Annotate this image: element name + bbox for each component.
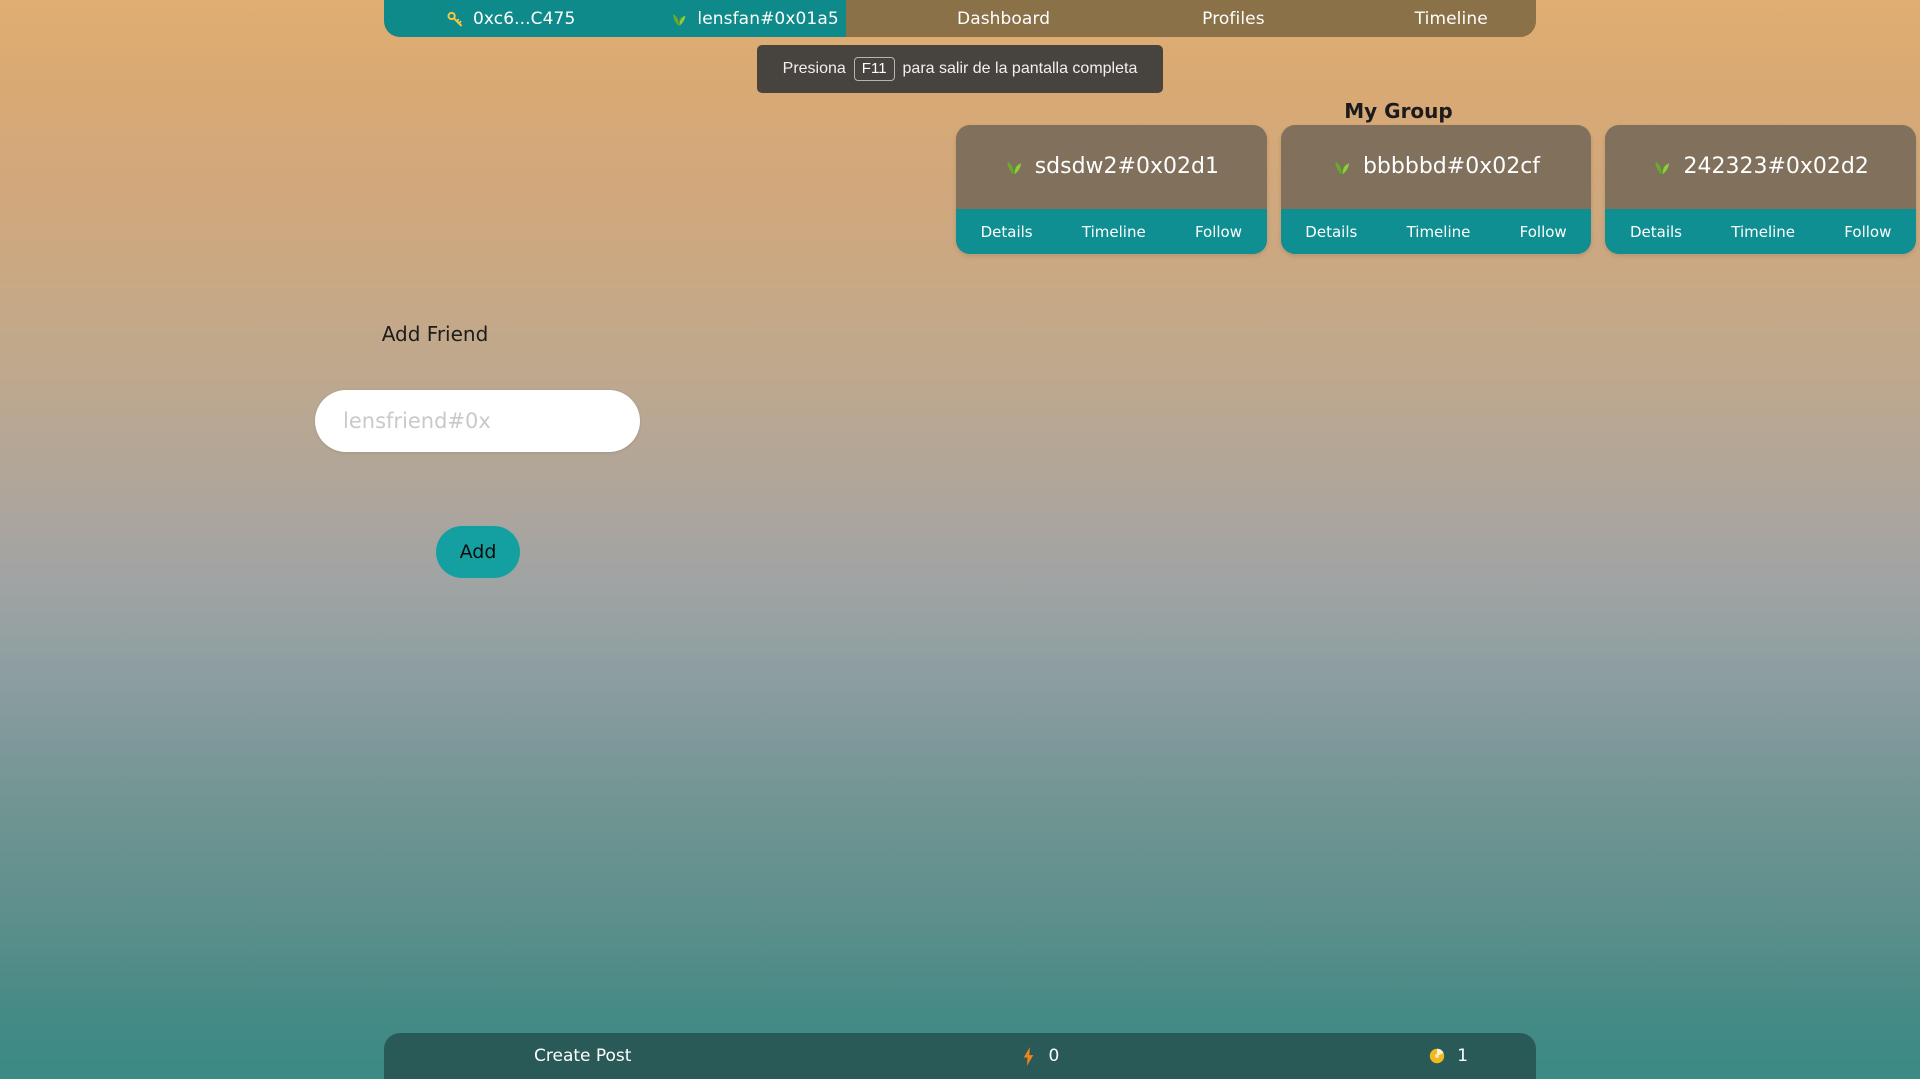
coin-value: 1 (1457, 1046, 1469, 1066)
nav-item-dashboard[interactable]: Dashboard (957, 9, 1050, 29)
coin-icon (1429, 1048, 1445, 1064)
friend-card-header: 242323#0x02d2 (1605, 154, 1916, 209)
my-group-title: My Group (1344, 99, 1453, 123)
seedling-icon (670, 10, 688, 28)
lightning-bolt-icon (1021, 1046, 1036, 1066)
toast-key-f11: F11 (853, 57, 895, 81)
fullscreen-exit-toast: Presiona F11 para salir de la pantalla c… (757, 45, 1163, 93)
friend-card-actions: Details Timeline Follow (1280, 209, 1592, 254)
friend-card-name: 242323#0x02d2 (1683, 154, 1869, 179)
friend-timeline-button[interactable]: Timeline (1401, 219, 1477, 245)
energy-stat: 0 (1021, 1046, 1059, 1066)
nav-wallet-address[interactable]: 0xc6...C475 (446, 9, 575, 29)
add-friend-label: Add Friend (381, 322, 489, 346)
nav-item-timeline-label: Timeline (1414, 8, 1488, 29)
add-friend-button[interactable]: Add (436, 526, 520, 578)
nav-item-profiles-label: Profiles (1202, 8, 1265, 29)
friend-follow-button[interactable]: Follow (1189, 219, 1248, 245)
coin-stat: 1 (1429, 1046, 1468, 1066)
friend-card: bbbbbd#0x02cf Details Timeline Follow (1280, 125, 1592, 254)
nav-item-timeline[interactable]: Timeline (1415, 9, 1488, 29)
nav-left-section: 0xc6...C475 lensfan#0x01a5 (384, 0, 846, 37)
friend-cards-container: sdsdw2#0x02d1 Details Timeline Follow bb… (956, 125, 1917, 254)
friend-card-name: sdsdw2#0x02d1 (1034, 154, 1219, 179)
friend-card-header: bbbbbd#0x02cf (1281, 154, 1592, 209)
key-icon (446, 10, 464, 28)
seedling-icon (1004, 157, 1024, 177)
nav-wallet-label: 0xc6...C475 (473, 8, 576, 29)
nav-item-profiles[interactable]: Profiles (1202, 9, 1265, 29)
seedling-icon (1332, 157, 1352, 177)
friend-details-button[interactable]: Details (975, 219, 1039, 245)
nav-item-dashboard-label: Dashboard (957, 8, 1051, 29)
seedling-icon (1652, 157, 1672, 177)
add-friend-input[interactable] (315, 390, 640, 452)
friend-card: sdsdw2#0x02d1 Details Timeline Follow (956, 125, 1267, 254)
friend-details-button[interactable]: Details (1299, 219, 1363, 245)
friend-follow-button[interactable]: Follow (1514, 219, 1573, 245)
friend-follow-button[interactable]: Follow (1838, 219, 1897, 245)
top-navigation-bar: 0xc6...C475 lensfan#0x01a5 Dashboard Pro… (384, 0, 1536, 37)
toast-prefix-text: Presiona (782, 60, 846, 77)
friend-timeline-button[interactable]: Timeline (1076, 219, 1152, 245)
bottom-action-bar: Create Post 0 1 (384, 1033, 1536, 1079)
nav-right-section: Dashboard Profiles Timeline (846, 0, 1536, 37)
energy-value: 0 (1048, 1046, 1060, 1066)
nav-username-label: lensfan#0x01a5 (697, 8, 839, 29)
friend-timeline-button[interactable]: Timeline (1725, 219, 1801, 245)
create-post-button[interactable]: Create Post (534, 1046, 631, 1066)
friend-card-actions: Details Timeline Follow (956, 209, 1267, 254)
friend-card-name: bbbbbd#0x02cf (1362, 154, 1541, 179)
friend-details-button[interactable]: Details (1624, 219, 1688, 245)
friend-card-actions: Details Timeline Follow (1605, 209, 1917, 254)
friend-card: 242323#0x02d2 Details Timeline Follow (1605, 125, 1917, 254)
friend-card-header: sdsdw2#0x02d1 (956, 154, 1267, 209)
toast-suffix-text: para salir de la pantalla completa (902, 60, 1138, 77)
nav-username[interactable]: lensfan#0x01a5 (670, 8, 839, 29)
